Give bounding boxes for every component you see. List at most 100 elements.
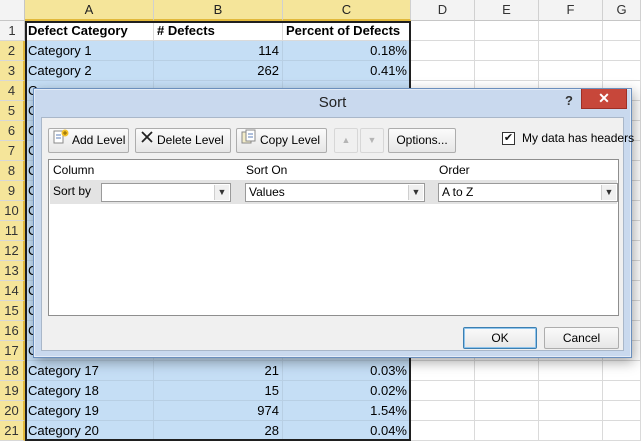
cell[interactable] xyxy=(539,61,603,81)
add-level-button[interactable]: Add Level xyxy=(48,128,129,153)
table-row: Category 18 15 0.02% xyxy=(25,381,641,401)
row-header[interactable]: 10 xyxy=(0,201,25,221)
cell[interactable] xyxy=(475,401,539,421)
row-header[interactable]: 17 xyxy=(0,341,25,361)
dialog-titlebar[interactable]: Sort ? ✕ xyxy=(34,89,631,116)
column-header-a[interactable]: A xyxy=(25,0,154,21)
row-header[interactable]: 3 xyxy=(0,61,25,81)
row-header[interactable]: 2 xyxy=(0,41,25,61)
cell-defects[interactable]: 262 xyxy=(154,61,283,81)
row-header[interactable]: 20 xyxy=(0,401,25,421)
row-header[interactable]: 16 xyxy=(0,321,25,341)
cell[interactable] xyxy=(475,21,539,41)
row-header[interactable]: 18 xyxy=(0,361,25,381)
row-header[interactable]: 4 xyxy=(0,81,25,101)
column-header-c[interactable]: C xyxy=(283,0,411,21)
sort-level-row[interactable]: Sort by ▼ Values ▼ A to Z ▼ xyxy=(50,180,618,204)
column-header-b[interactable]: B xyxy=(154,0,283,21)
headers-checkbox[interactable]: ✔ xyxy=(502,132,515,145)
cell[interactable] xyxy=(603,421,641,441)
chevron-down-icon[interactable]: ▼ xyxy=(408,185,423,200)
cell-percent[interactable]: 0.02% xyxy=(283,381,411,401)
cell[interactable] xyxy=(411,421,475,441)
cancel-button[interactable]: Cancel xyxy=(544,327,619,349)
sort-on-select[interactable]: Values ▼ xyxy=(245,183,425,202)
column-header-g[interactable]: G xyxy=(603,0,641,21)
cell[interactable] xyxy=(603,61,641,81)
column-select[interactable]: ▼ xyxy=(101,183,231,202)
cell[interactable] xyxy=(603,41,641,61)
header-cell-defects[interactable]: # Defects xyxy=(154,21,283,41)
column-header-d[interactable]: D xyxy=(411,0,475,21)
cell[interactable] xyxy=(411,381,475,401)
help-button[interactable]: ? xyxy=(561,91,577,111)
row-header[interactable]: 12 xyxy=(0,241,25,261)
cell-percent[interactable]: 0.03% xyxy=(283,361,411,381)
sort-levels-list[interactable]: Column Sort On Order Sort by ▼ Values ▼ … xyxy=(48,159,619,316)
select-all-corner[interactable] xyxy=(0,0,25,21)
cell-defects[interactable]: 114 xyxy=(154,41,283,61)
cell[interactable] xyxy=(603,401,641,421)
move-down-button[interactable]: ▼ xyxy=(360,128,384,153)
row-header[interactable]: 14 xyxy=(0,281,25,301)
row-header[interactable]: 19 xyxy=(0,381,25,401)
row-header[interactable]: 13 xyxy=(0,261,25,281)
cell[interactable] xyxy=(475,421,539,441)
ok-button[interactable]: OK xyxy=(463,327,537,349)
cell-category[interactable]: Category 2 xyxy=(25,61,154,81)
header-cell-percent[interactable]: Percent of Defects xyxy=(283,21,411,41)
cell-category[interactable]: Category 19 xyxy=(25,401,154,421)
chevron-down-icon[interactable]: ▼ xyxy=(601,185,616,200)
column-header-f[interactable]: F xyxy=(539,0,603,21)
cell[interactable] xyxy=(603,21,641,41)
delete-level-button[interactable]: Delete Level xyxy=(135,128,231,153)
cell[interactable] xyxy=(411,401,475,421)
cell-percent[interactable]: 0.04% xyxy=(283,421,411,441)
header-cell-category[interactable]: Defect Category xyxy=(25,21,154,41)
cell-category[interactable]: Category 1 xyxy=(25,41,154,61)
row-header[interactable]: 1 xyxy=(0,21,25,41)
row-header[interactable]: 9 xyxy=(0,181,25,201)
cell-category[interactable]: Category 17 xyxy=(25,361,154,381)
cell[interactable] xyxy=(539,361,603,381)
cell[interactable] xyxy=(603,381,641,401)
cell-percent[interactable]: 0.41% xyxy=(283,61,411,81)
cell-defects[interactable]: 21 xyxy=(154,361,283,381)
row-header[interactable]: 21 xyxy=(0,421,25,441)
row-header[interactable]: 15 xyxy=(0,301,25,321)
row-header[interactable]: 6 xyxy=(0,121,25,141)
cell[interactable] xyxy=(475,41,539,61)
cell[interactable] xyxy=(603,361,641,381)
cell-percent[interactable]: 1.54% xyxy=(283,401,411,421)
cell[interactable] xyxy=(411,361,475,381)
cell[interactable] xyxy=(539,421,603,441)
row-header[interactable]: 8 xyxy=(0,161,25,181)
cell-defects[interactable]: 15 xyxy=(154,381,283,401)
cell[interactable] xyxy=(411,41,475,61)
cell-defects[interactable]: 974 xyxy=(154,401,283,421)
cell[interactable] xyxy=(539,401,603,421)
cell[interactable] xyxy=(475,361,539,381)
row-header[interactable]: 5 xyxy=(0,101,25,121)
cell[interactable] xyxy=(539,381,603,401)
cell[interactable] xyxy=(475,381,539,401)
row-header[interactable]: 11 xyxy=(0,221,25,241)
cell-category[interactable]: Category 18 xyxy=(25,381,154,401)
move-up-button[interactable]: ▲ xyxy=(334,128,358,153)
cell-category[interactable]: Category 20 xyxy=(25,421,154,441)
column-header-e[interactable]: E xyxy=(475,0,539,21)
close-button[interactable]: ✕ xyxy=(581,89,627,109)
cell[interactable] xyxy=(411,21,475,41)
cell-defects[interactable]: 28 xyxy=(154,421,283,441)
order-select[interactable]: A to Z ▼ xyxy=(438,183,618,202)
chevron-down-icon[interactable]: ▼ xyxy=(214,185,229,200)
cell[interactable] xyxy=(539,41,603,61)
cell[interactable] xyxy=(411,61,475,81)
options-button[interactable]: Options... xyxy=(388,128,456,153)
row-header[interactable]: 7 xyxy=(0,141,25,161)
cell[interactable] xyxy=(475,61,539,81)
cell[interactable] xyxy=(539,21,603,41)
copy-level-button[interactable]: Copy Level xyxy=(236,128,327,153)
cell-percent[interactable]: 0.18% xyxy=(283,41,411,61)
headers-checkbox-label[interactable]: My data has headers xyxy=(522,131,634,145)
